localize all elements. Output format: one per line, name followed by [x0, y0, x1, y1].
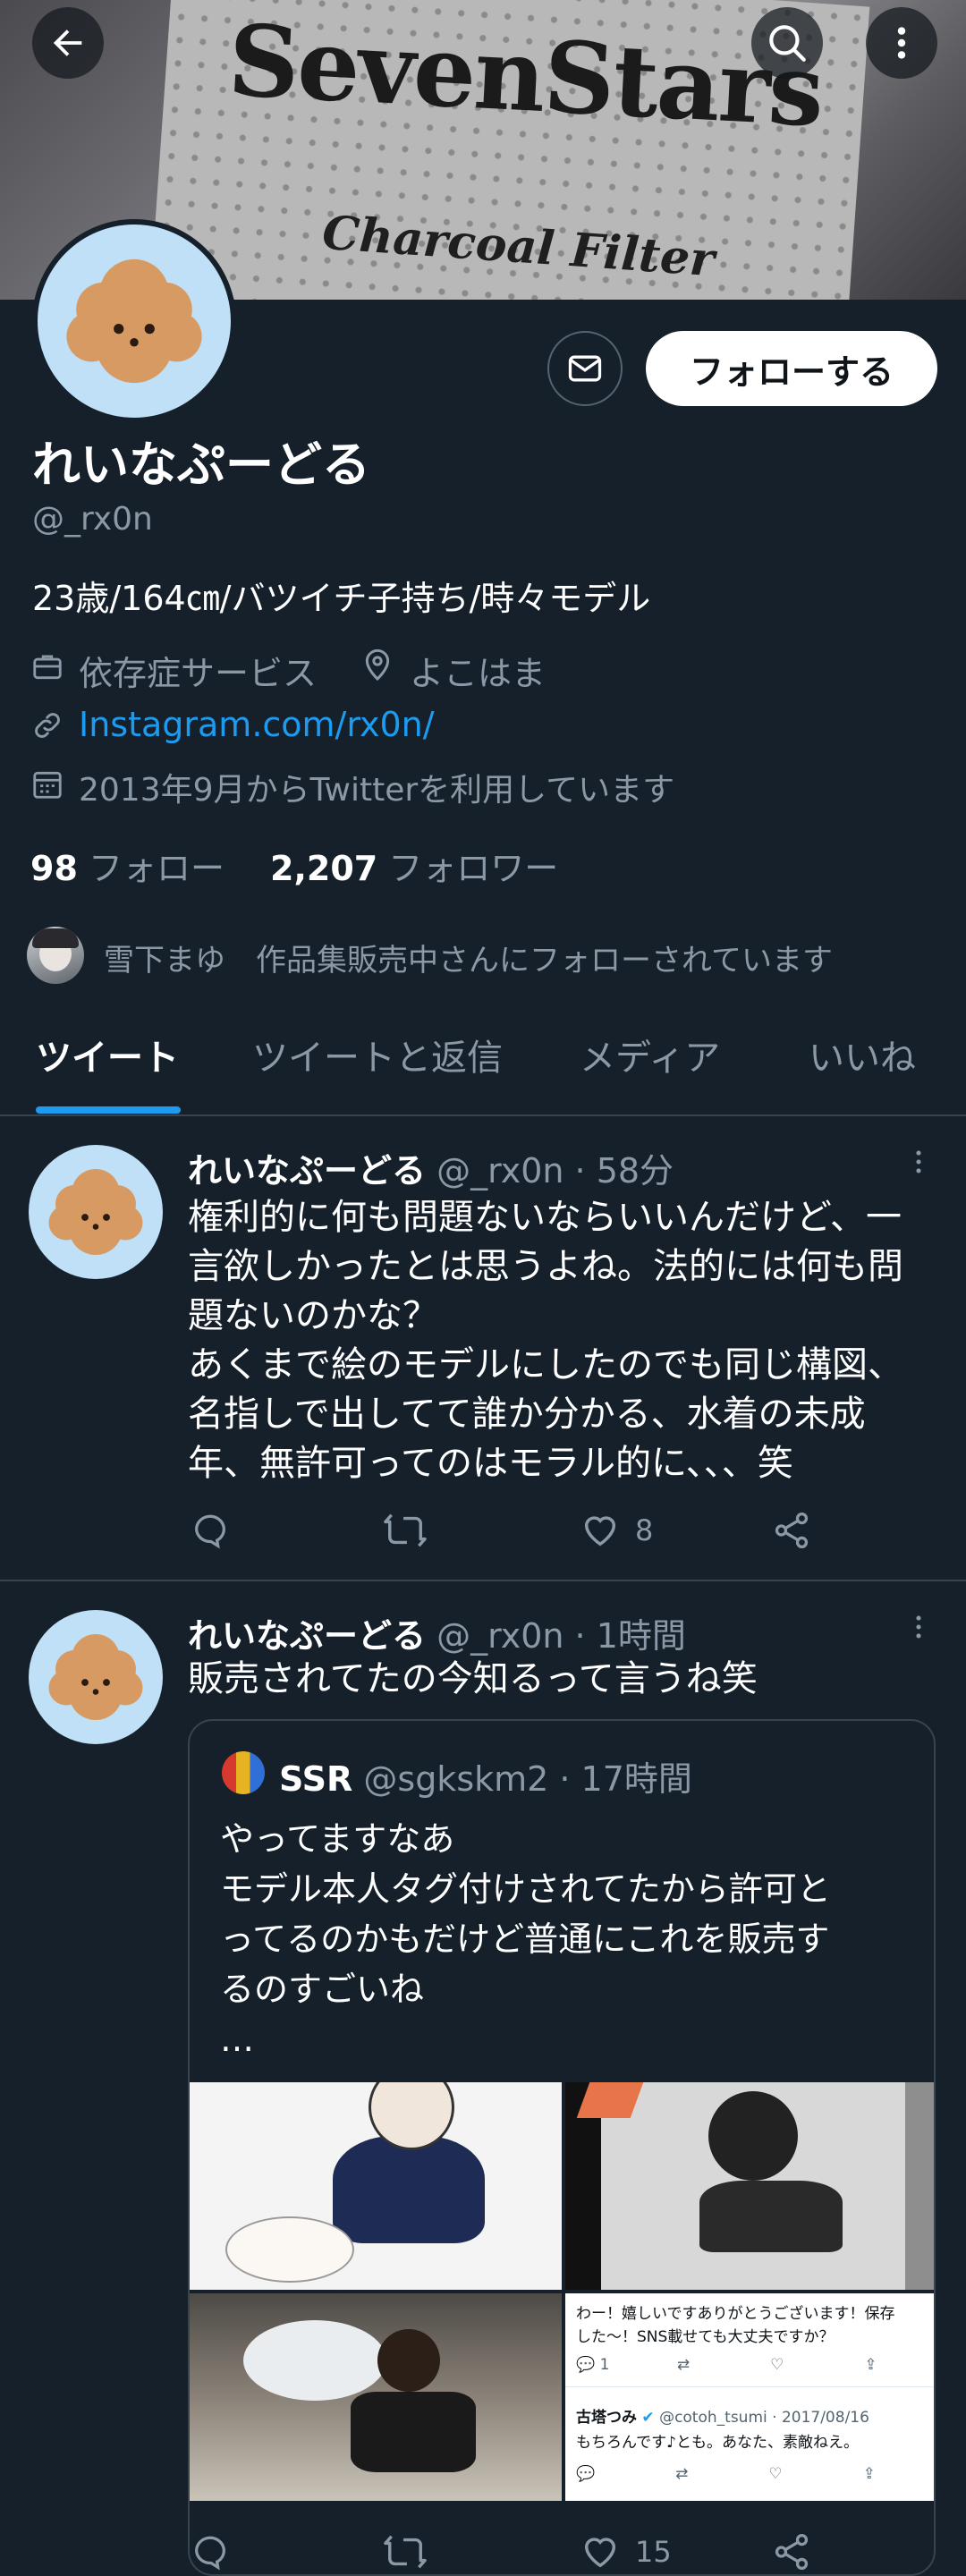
screenshot-user: 古塔つみ: [576, 2409, 637, 2427]
back-button[interactable]: [32, 7, 104, 79]
tweet-meta: @_rx0n · 1時間: [436, 1616, 686, 1656]
tab-tweets-and-replies[interactable]: ツイートと返信: [252, 1029, 503, 1080]
quoted-image-1[interactable]: [190, 2082, 562, 2290]
tweet-more-icon[interactable]: [903, 1612, 934, 1642]
profile-avatar[interactable]: [32, 219, 236, 423]
reply-icon: [195, 2536, 225, 2571]
tweet-avatar[interactable]: [29, 1145, 163, 1279]
tab-media[interactable]: メディア: [580, 1029, 720, 1080]
retweet-icon: [384, 2535, 427, 2569]
followers-label: フォロワー: [388, 849, 559, 888]
tabs-divider: [0, 1114, 966, 1116]
following-stat[interactable]: 98 フォロー: [30, 841, 225, 890]
share-icon: [775, 1512, 809, 1549]
retweet-icon: [384, 1513, 427, 1547]
quoted-image-3[interactable]: [190, 2293, 562, 2501]
tweet-author-name[interactable]: れいなぷーどる: [188, 1616, 426, 1656]
search-icon: [769, 25, 806, 62]
share-button[interactable]: [771, 2531, 812, 2572]
more-button[interactable]: [866, 7, 937, 79]
quoted-tweet-header: SSR @sgkskm2 · 17時間: [279, 1751, 692, 1801]
profile-bio: 23歳/164㎝/バツイチ子持ち/時々モデル: [32, 579, 651, 618]
tab-tweets[interactable]: ツイート: [36, 1029, 179, 1080]
screenshot-line1: わー！嬉しいですありがとうございます！保存: [576, 2305, 895, 2323]
reply-button[interactable]: [190, 1510, 231, 1551]
like-count: 8: [635, 1513, 654, 1547]
follow-button[interactable]: フォローする: [646, 331, 937, 406]
quoted-image-4-screenshot[interactable]: わー！嬉しいですありがとうございます！保存 した〜！SNS載せても大丈夫ですか？…: [565, 2293, 934, 2501]
tweet-header: れいなぷーどる @_rx0n · 1時間: [188, 1608, 686, 1657]
profile-display-name: れいなぷーどる: [32, 436, 370, 493]
tweet-header: れいなぷーどる @_rx0n · 58分: [188, 1143, 674, 1192]
tweet-divider: [0, 1580, 966, 1581]
screenshot-actions-2: 💬 ⇄ ♡ ⇪: [576, 2465, 876, 2483]
screenshot-user-row: 古塔つみ ✔ @cotoh_tsumi · 2017/08/16: [576, 2409, 869, 2427]
profile-website-link[interactable]: Instagram.com/rx0n/: [79, 705, 435, 744]
quoted-tweet-text: やってますなあ モデル本人タグ付けされてたから許可と ってるのかもだけど普通にこ…: [220, 1819, 831, 2059]
screenshot-user-meta: @cotoh_tsumi · 2017/08/16: [659, 2409, 869, 2427]
poodle-avatar-image: [66, 258, 202, 384]
poodle-avatar-image: [48, 1169, 143, 1255]
briefcase-icon: [33, 655, 62, 680]
profile-location: よこはま: [410, 654, 547, 693]
following-label: フォロー: [88, 849, 225, 888]
location-pin-icon: [365, 648, 390, 682]
like-button[interactable]: 15: [580, 2531, 672, 2572]
profile-joined-date: 2013年9月からTwitterを利用しています: [79, 772, 675, 809]
quoted-image-2[interactable]: [565, 2082, 934, 2290]
arrow-left-icon: [53, 30, 82, 56]
message-button[interactable]: [547, 331, 623, 406]
following-count: 98: [30, 849, 78, 888]
followers-count: 2,207: [270, 849, 378, 888]
followed-by-avatar[interactable]: [27, 927, 84, 984]
link-icon: [35, 713, 60, 738]
followers-stat[interactable]: 2,207 フォロワー: [270, 841, 558, 890]
tweet-text: 販売されてたの今知るって言うね笑: [188, 1658, 758, 1699]
profile-handle: @_rx0n: [32, 501, 153, 538]
reply-button[interactable]: [190, 2531, 231, 2572]
heart-icon: [584, 1516, 616, 1546]
tab-likes[interactable]: いいね: [809, 1029, 916, 1080]
tweet-more-icon[interactable]: [903, 1147, 934, 1177]
share-icon: [775, 2533, 809, 2571]
quoted-tweet-avatar: [222, 1751, 265, 1794]
reply-icon: [195, 1514, 225, 1549]
envelope-icon: [568, 355, 602, 382]
tweet-author-name[interactable]: れいなぷーどる: [188, 1151, 426, 1191]
screenshot-reply: もちろんです♪とも。あなた、素敵ねえ。: [576, 2434, 859, 2452]
more-vertical-icon: [897, 27, 906, 59]
quoted-tweet-meta: @sgkskm2 · 17時間: [363, 1759, 692, 1799]
quoted-author-name: SSR: [279, 1759, 353, 1799]
calendar-icon: [33, 771, 62, 799]
active-tab-indicator: [36, 1106, 181, 1114]
heart-icon: [584, 2538, 616, 2568]
search-button[interactable]: [751, 7, 823, 79]
followed-by-text[interactable]: 雪下まゆ 作品集販売中さんにフォローされています: [104, 936, 833, 979]
screenshot-reply-count: 1: [599, 2356, 610, 2374]
quoted-tweet-card[interactable]: SSR @sgkskm2 · 17時間 やってますなあ モデル本人タグ付けされて…: [188, 1719, 936, 2576]
tweet-text: 権利的に何も問題ないならいいんだけど、一 言欲しかったとは思うよね。法的には何も…: [188, 1197, 903, 1484]
like-button[interactable]: 8: [580, 1510, 653, 1551]
retweet-button[interactable]: [383, 1510, 428, 1551]
share-button[interactable]: [771, 1510, 812, 1551]
retweet-button[interactable]: [383, 2531, 428, 2572]
poodle-avatar-image: [48, 1634, 143, 1720]
tweet-avatar[interactable]: [29, 1610, 163, 1744]
screenshot-actions-1: 💬 1 ⇄ ♡ ⇪: [576, 2356, 877, 2374]
tweet-meta: @_rx0n · 58分: [436, 1151, 674, 1191]
screenshot-line2: した〜！SNS載せても大丈夫ですか？: [576, 2328, 835, 2346]
like-count: 15: [635, 2535, 672, 2569]
profile-category: 依存症サービス: [79, 654, 318, 693]
